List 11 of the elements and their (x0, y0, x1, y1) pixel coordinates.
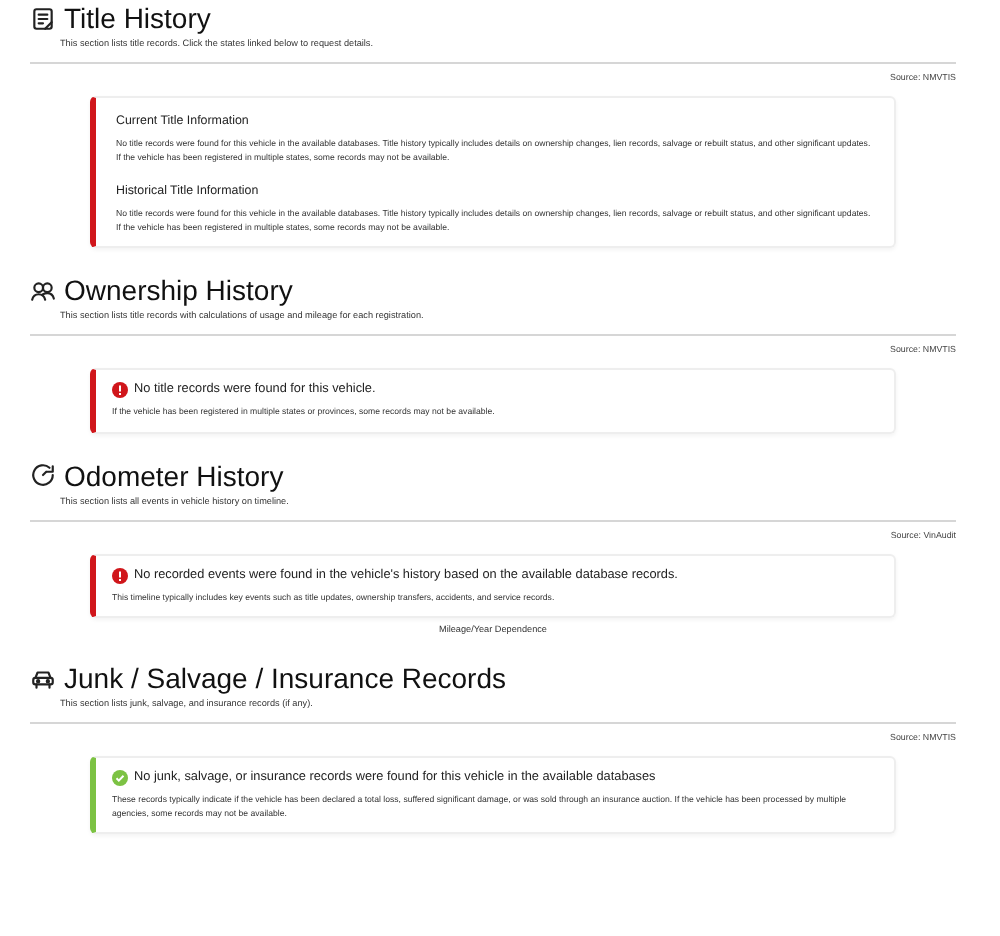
people-icon (30, 277, 56, 303)
check-icon (112, 770, 128, 786)
section-title: Ownership History (64, 272, 293, 308)
car-icon (30, 665, 56, 691)
error-icon (112, 382, 128, 398)
section-title: Title History (64, 0, 211, 36)
section-title: Odometer History (64, 457, 284, 493)
odometer-icon (30, 462, 56, 488)
section-title: Junk / Salvage / Insurance Records (64, 660, 507, 696)
document-icon (30, 5, 56, 31)
error-icon (112, 567, 128, 583)
